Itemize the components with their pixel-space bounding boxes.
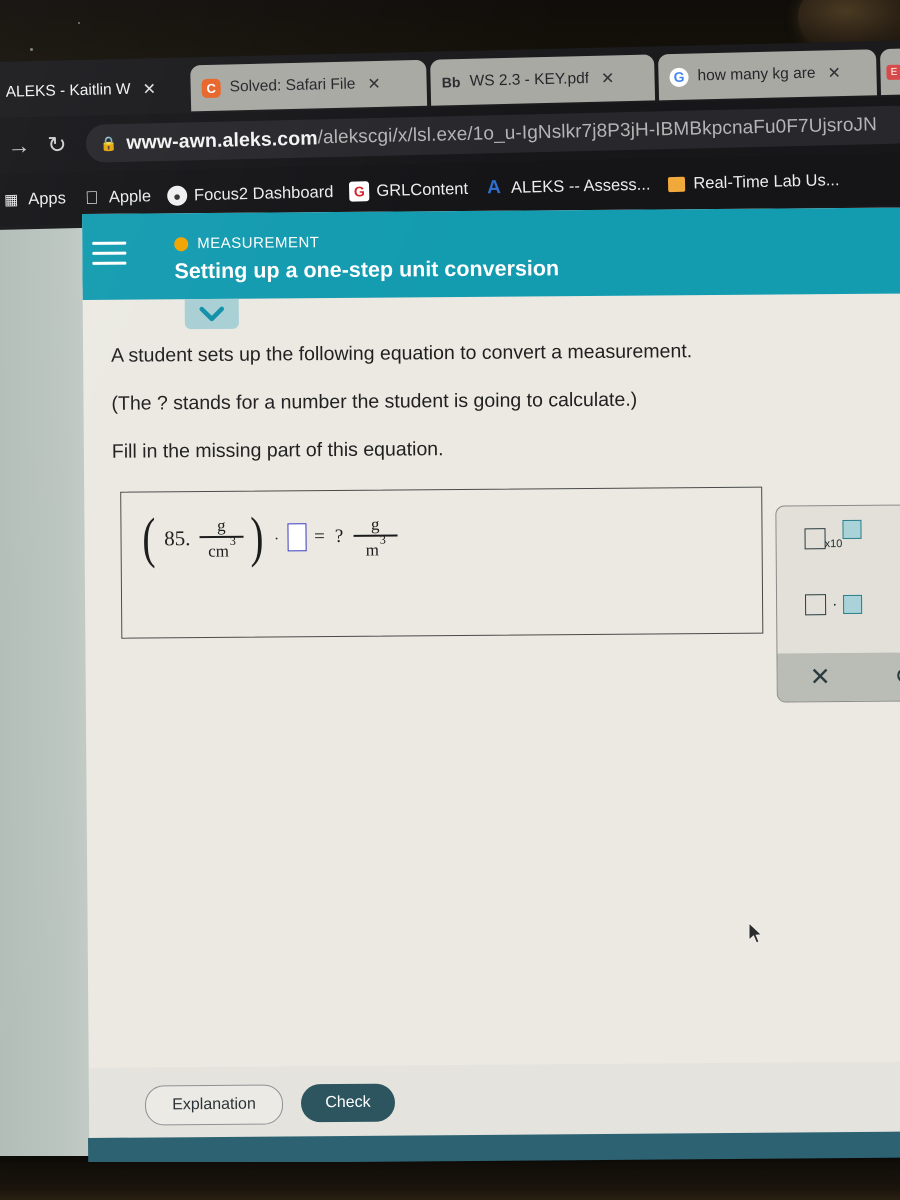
bookmark-label: Real-Time Lab Us... xyxy=(693,170,840,193)
browser-tab-aleks[interactable]: ALEKS - Kaitlin W ✕ xyxy=(0,66,185,116)
right-numerator: g xyxy=(370,514,380,535)
question-line-3: Fill in the missing part of this equatio… xyxy=(111,438,444,463)
tab-close-icon[interactable]: ✕ xyxy=(142,79,156,99)
question-line-2: (The ? stands for a number the student i… xyxy=(111,388,638,415)
exercise-header: MEASUREMENT Setting up a one-step unit c… xyxy=(82,207,900,300)
placeholder-square-teal-icon xyxy=(843,594,863,615)
mouse-pointer xyxy=(748,921,764,951)
equation-panel[interactable]: ( 85. g cm3 ) · = ? g m3 xyxy=(120,486,764,639)
apps-icon: ▦ xyxy=(3,191,19,209)
tab-close-icon[interactable]: ✕ xyxy=(601,68,615,88)
browser-chrome: ALEKS - Kaitlin W ✕ C Solved: Safari Fil… xyxy=(0,40,900,230)
forward-icon[interactable]: → xyxy=(4,132,35,160)
question-mark: ? xyxy=(334,526,344,548)
partial-tab-icon: E xyxy=(886,64,900,80)
bookmark-label: Apple xyxy=(108,186,152,206)
google-icon: G xyxy=(669,67,689,87)
bookmark-label: Focus2 Dashboard xyxy=(193,182,334,204)
desk-surface xyxy=(0,1162,900,1200)
bookmark-focus2[interactable]: ● Focus2 Dashboard xyxy=(166,182,334,206)
page-title: Setting up a one-step unit conversion xyxy=(174,256,560,284)
question-line-1: A student sets up the following equation… xyxy=(111,340,693,367)
browser-tab-partial[interactable]: E xyxy=(879,48,900,96)
grl-icon: G xyxy=(349,181,370,202)
aleks-letter-icon: A xyxy=(486,177,502,199)
browser-tab-chegg[interactable]: C Solved: Safari File ✕ xyxy=(190,59,428,112)
reload-icon[interactable]: ↻ xyxy=(42,131,73,159)
lab-icon xyxy=(666,174,686,194)
bookmark-aleks-assess[interactable]: A ALEKS -- Assess... xyxy=(484,175,651,199)
math-keypad: x10 │ · ✕ ↺ xyxy=(775,504,900,703)
bookmark-label: Apps xyxy=(28,188,67,208)
aleks-page: MEASUREMENT Setting up a one-step unit c… xyxy=(82,207,900,1144)
bookmark-grlcontent[interactable]: G GRLContent xyxy=(349,179,468,202)
tab-title: how many kg are xyxy=(697,64,816,85)
focus2-icon: ● xyxy=(166,185,188,206)
blackboard-icon: Bb xyxy=(441,74,461,91)
coefficient: 85. xyxy=(164,526,191,551)
desktop-left-band xyxy=(0,206,96,1156)
bookmark-real-time-lab[interactable]: Real-Time Lab Us... xyxy=(666,170,840,194)
equals-sign: = xyxy=(314,526,325,548)
scientific-notation-label: x10 xyxy=(824,537,843,550)
tab-close-icon[interactable]: ✕ xyxy=(367,74,381,94)
chegg-icon: C xyxy=(201,78,221,98)
screenshot-root: ALEKS - Kaitlin W ✕ C Solved: Safari Fil… xyxy=(0,0,900,1200)
bookmark-label: GRLContent xyxy=(376,179,469,200)
page-footer-bar xyxy=(88,1131,900,1164)
url-domain: www-awn.aleks.com xyxy=(126,126,318,154)
answer-input-box[interactable] xyxy=(287,523,307,552)
browser-tab-ws-pdf[interactable]: Bb WS 2.3 - KEY.pdf ✕ xyxy=(430,54,656,106)
address-bar[interactable]: 🔒 www-awn.aleks.com /alekscgi/x/lsl.exe/… xyxy=(85,105,900,163)
exponent-square-icon xyxy=(842,519,862,540)
tab-close-icon[interactable]: ✕ xyxy=(827,63,841,83)
apple-icon:  xyxy=(82,187,102,207)
right-denominator-exponent: 3 xyxy=(379,532,386,547)
clear-icon[interactable]: ✕ xyxy=(778,662,863,693)
tab-title: ALEKS - Kaitlin W xyxy=(5,80,131,101)
explanation-button[interactable]: Explanation xyxy=(144,1084,284,1126)
bookmark-apple[interactable]:  Apple xyxy=(82,186,152,208)
close-paren: ) xyxy=(250,506,264,569)
undo-icon[interactable]: ↺ xyxy=(863,661,900,692)
right-fraction: g m3 xyxy=(353,514,398,560)
topic-label: MEASUREMENT xyxy=(197,234,320,253)
multiplication-dot-button[interactable]: · xyxy=(805,594,863,616)
topic-row: MEASUREMENT xyxy=(174,234,319,252)
dot-operator-label: · xyxy=(832,595,838,613)
scientific-notation-button[interactable]: x10 xyxy=(804,519,862,550)
placeholder-square-icon xyxy=(804,528,826,550)
bookmark-apps[interactable]: ▦ Apps xyxy=(1,188,66,210)
left-fraction: g cm3 xyxy=(199,516,244,561)
chevron-down-icon[interactable] xyxy=(184,298,239,330)
right-denominator: m3 xyxy=(365,532,386,560)
tab-title: Solved: Safari File xyxy=(229,75,356,96)
left-denominator: cm3 xyxy=(208,533,236,561)
tab-title: WS 2.3 - KEY.pdf xyxy=(469,69,590,90)
url-path: /alekscgi/x/lsl.exe/1o_u-IgNslkr7j8P3jH-… xyxy=(317,114,878,149)
placeholder-square-icon xyxy=(805,594,827,616)
bookmark-label: ALEKS -- Assess... xyxy=(510,175,651,197)
open-paren: ( xyxy=(142,507,156,570)
check-button[interactable]: Check xyxy=(300,1083,396,1123)
browser-tab-google-search[interactable]: G how many kg are ✕ xyxy=(658,49,878,101)
left-denominator-exponent: 3 xyxy=(229,533,236,548)
topic-dot-icon xyxy=(174,236,189,251)
hamburger-menu-icon[interactable] xyxy=(92,241,127,272)
keypad-rows: x10 │ · xyxy=(776,505,900,653)
lock-icon: 🔒 xyxy=(99,134,118,152)
keypad-footer: ✕ ↺ xyxy=(777,652,900,702)
multiply-dot: · xyxy=(274,531,280,548)
conversion-equation: ( 85. g cm3 ) · = ? g m3 xyxy=(139,506,398,570)
left-numerator: g xyxy=(217,516,226,536)
